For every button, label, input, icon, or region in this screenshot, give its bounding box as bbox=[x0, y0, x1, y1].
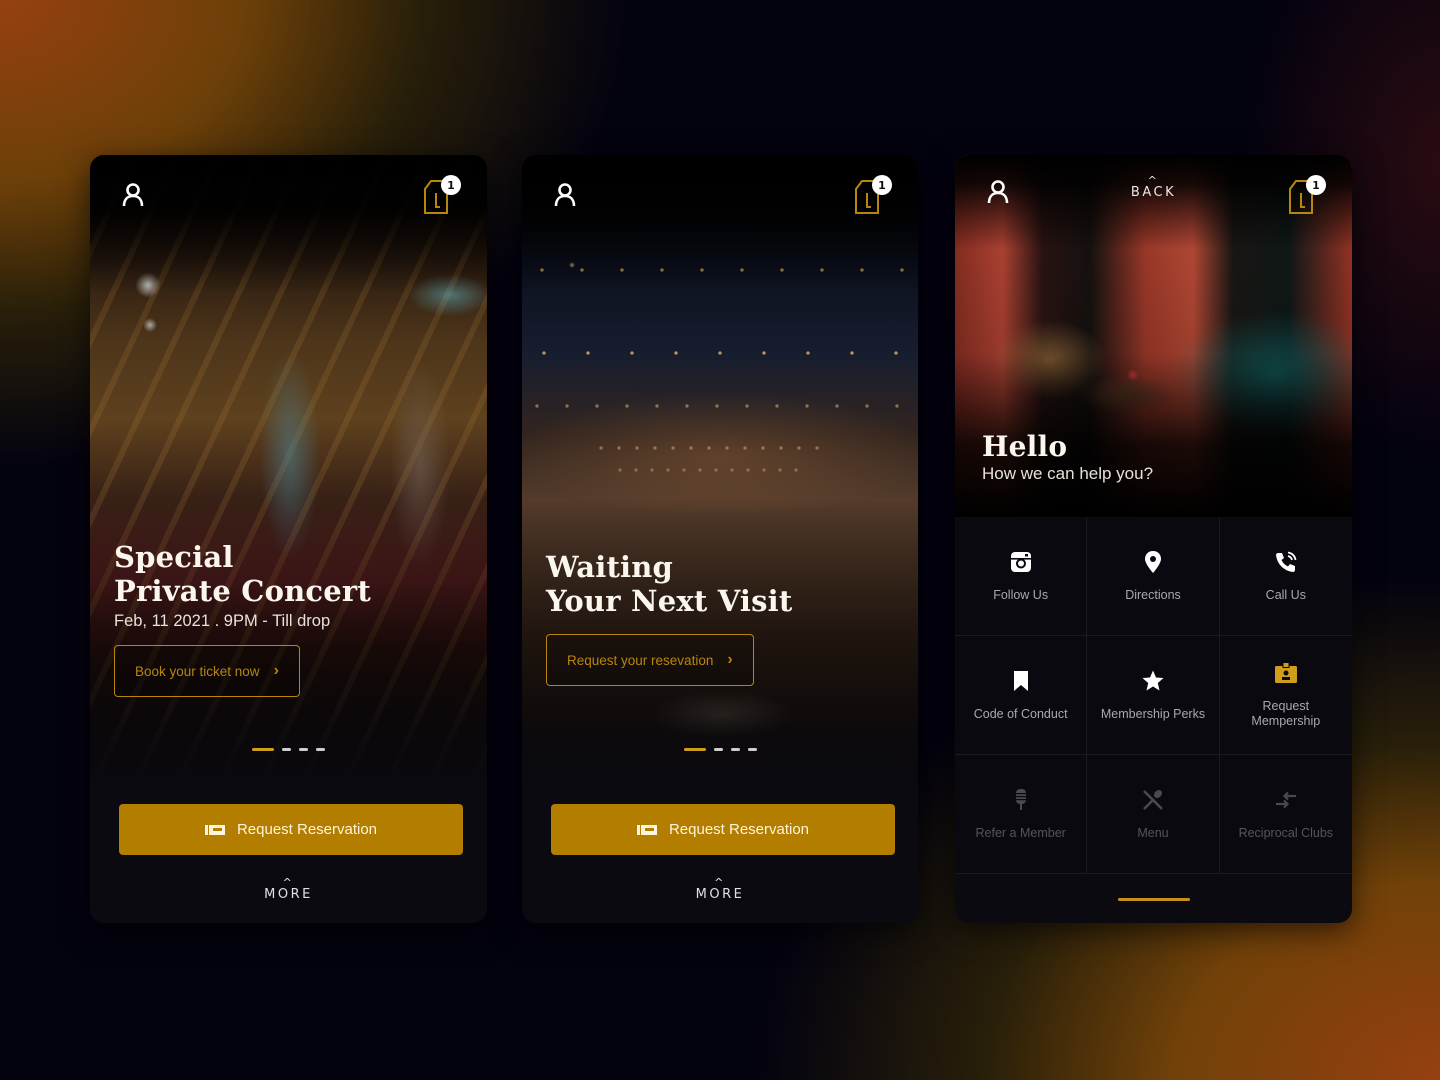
top-bar: ^ BACK 1 bbox=[955, 155, 1352, 235]
hero-text: Waiting Your Next Visit Request your res… bbox=[546, 550, 792, 686]
carousel-dot[interactable] bbox=[282, 748, 291, 751]
ticket-tag-button[interactable]: 1 bbox=[852, 175, 892, 215]
carousel-dot[interactable] bbox=[683, 748, 706, 751]
bottom-panel: Request Reservation ^ MORE bbox=[90, 781, 487, 923]
menu-item-label: Membership Perks bbox=[1100, 706, 1206, 721]
bookmark-icon bbox=[1013, 670, 1028, 691]
hero-banner: 1 Waiting Your Next Visit Request your r… bbox=[522, 155, 918, 781]
carousel-dot[interactable] bbox=[299, 748, 308, 751]
id-badge-icon bbox=[1274, 662, 1297, 683]
bottom-panel: Request Reservation ^ MORE bbox=[522, 781, 918, 923]
menu-item-label: Request Mempership bbox=[1251, 699, 1321, 728]
menu-item-refer-a-member[interactable]: Refer a Member bbox=[955, 755, 1088, 874]
utensils-icon bbox=[1143, 789, 1163, 810]
top-bar: 1 bbox=[90, 155, 487, 235]
headline-line1: Waiting bbox=[546, 550, 674, 584]
help-menu-grid: Follow Us Directions Call Us Code of Con… bbox=[955, 517, 1352, 874]
help-screen: ^ BACK 1 Hello How we can help you? Foll… bbox=[955, 155, 1352, 923]
notification-badge: 1 bbox=[1306, 175, 1326, 195]
carousel-dot[interactable] bbox=[252, 748, 274, 751]
ticket-icon bbox=[636, 824, 657, 835]
chevron-right-icon: › bbox=[727, 651, 733, 668]
more-label: MORE bbox=[695, 887, 745, 902]
hero-banner: ^ BACK 1 Hello How we can help you? bbox=[955, 155, 1352, 517]
carousel-dot[interactable] bbox=[747, 748, 757, 751]
star-icon bbox=[1142, 670, 1164, 690]
chevron-right-icon: › bbox=[273, 662, 279, 679]
carousel-indicator bbox=[522, 748, 918, 751]
user-profile-icon[interactable] bbox=[554, 183, 576, 207]
request-reservation-link-label: Request your resevation bbox=[567, 652, 714, 668]
chevron-up-icon: ^ bbox=[282, 876, 295, 889]
menu-item-label: Call Us bbox=[1265, 587, 1306, 602]
more-label: MORE bbox=[264, 887, 313, 902]
menu-item-label: Follow Us bbox=[993, 587, 1049, 602]
notification-badge: 1 bbox=[872, 175, 892, 195]
top-bar: 1 bbox=[522, 155, 918, 235]
phone-icon bbox=[1275, 551, 1297, 572]
map-pin-icon bbox=[1144, 550, 1161, 573]
menu-item-label: Menu bbox=[1137, 825, 1169, 840]
request-reservation-button[interactable]: Request Reservation bbox=[551, 804, 895, 855]
greeting-title: Hello bbox=[982, 430, 1068, 463]
carousel-dot[interactable] bbox=[713, 748, 723, 751]
carousel-dot[interactable] bbox=[316, 748, 325, 751]
more-button[interactable]: ^ MORE bbox=[90, 876, 487, 902]
greeting: Hello How we can help you? bbox=[982, 430, 1153, 484]
chevron-up-icon: ^ bbox=[714, 876, 726, 889]
menu-item-code-of-conduct[interactable]: Code of Conduct bbox=[955, 636, 1088, 755]
request-reservation-button[interactable]: Request Reservation bbox=[119, 804, 463, 855]
greeting-subtitle: How we can help you? bbox=[982, 464, 1154, 483]
carousel-dot[interactable] bbox=[730, 748, 740, 751]
back-label: BACK bbox=[1130, 185, 1177, 200]
hero-banner: 1 Special Private Concert Feb, 11 2021 .… bbox=[90, 155, 487, 781]
request-reservation-label: Request Reservation bbox=[668, 821, 810, 838]
book-ticket-button[interactable]: Book your ticket now › bbox=[114, 645, 300, 697]
menu-item-directions[interactable]: Directions bbox=[1087, 517, 1220, 636]
exchange-icon bbox=[1275, 791, 1296, 808]
carousel-indicator bbox=[90, 748, 487, 751]
menu-item-label: Refer a Member bbox=[975, 825, 1066, 840]
microphone-icon bbox=[1015, 788, 1026, 810]
chevron-up-icon: ^ bbox=[1147, 174, 1160, 187]
menu-item-label: Reciprocal Clubs bbox=[1238, 825, 1334, 840]
menu-item-request-membership[interactable]: Request Mempership bbox=[1219, 636, 1352, 755]
menu-item-membership-perks[interactable]: Membership Perks bbox=[1087, 636, 1220, 755]
user-profile-icon[interactable] bbox=[122, 183, 144, 207]
book-ticket-label: Book your ticket now bbox=[135, 663, 260, 679]
hero-text: Special Private Concert Feb, 11 2021 . 9… bbox=[114, 540, 371, 697]
instagram-icon bbox=[1010, 551, 1031, 572]
concert-screen: 1 Special Private Concert Feb, 11 2021 .… bbox=[90, 155, 487, 923]
menu-item-menu[interactable]: Menu bbox=[1087, 755, 1220, 874]
menu-item-call-us[interactable]: Call Us bbox=[1219, 517, 1352, 636]
event-date: Feb, 11 2021 . 9PM - Till drop bbox=[114, 612, 331, 630]
home-indicator bbox=[1117, 898, 1190, 901]
ticket-tag-button[interactable]: 1 bbox=[1286, 175, 1326, 215]
request-reservation-link[interactable]: Request your resevation › bbox=[546, 634, 754, 686]
notification-badge: 1 bbox=[441, 175, 461, 195]
menu-item-label: Code of Conduct bbox=[973, 706, 1068, 721]
ticket-icon bbox=[204, 824, 225, 835]
request-reservation-label: Request Reservation bbox=[236, 821, 378, 838]
headline-line1: Special bbox=[114, 540, 234, 574]
menu-item-follow-us[interactable]: Follow Us bbox=[955, 517, 1088, 636]
menu-item-reciprocal-clubs[interactable]: Reciprocal Clubs bbox=[1219, 755, 1352, 874]
visit-screen: 1 Waiting Your Next Visit Request your r… bbox=[522, 155, 918, 923]
headline-line2: Private Concert bbox=[114, 574, 371, 608]
menu-item-label: Directions bbox=[1125, 587, 1181, 602]
headline-line2: Your Next Visit bbox=[546, 584, 793, 618]
back-button[interactable]: ^ BACK bbox=[1130, 174, 1177, 200]
ticket-tag-button[interactable]: 1 bbox=[421, 175, 461, 215]
more-button[interactable]: ^ MORE bbox=[522, 876, 918, 902]
user-profile-icon[interactable] bbox=[987, 180, 1009, 204]
